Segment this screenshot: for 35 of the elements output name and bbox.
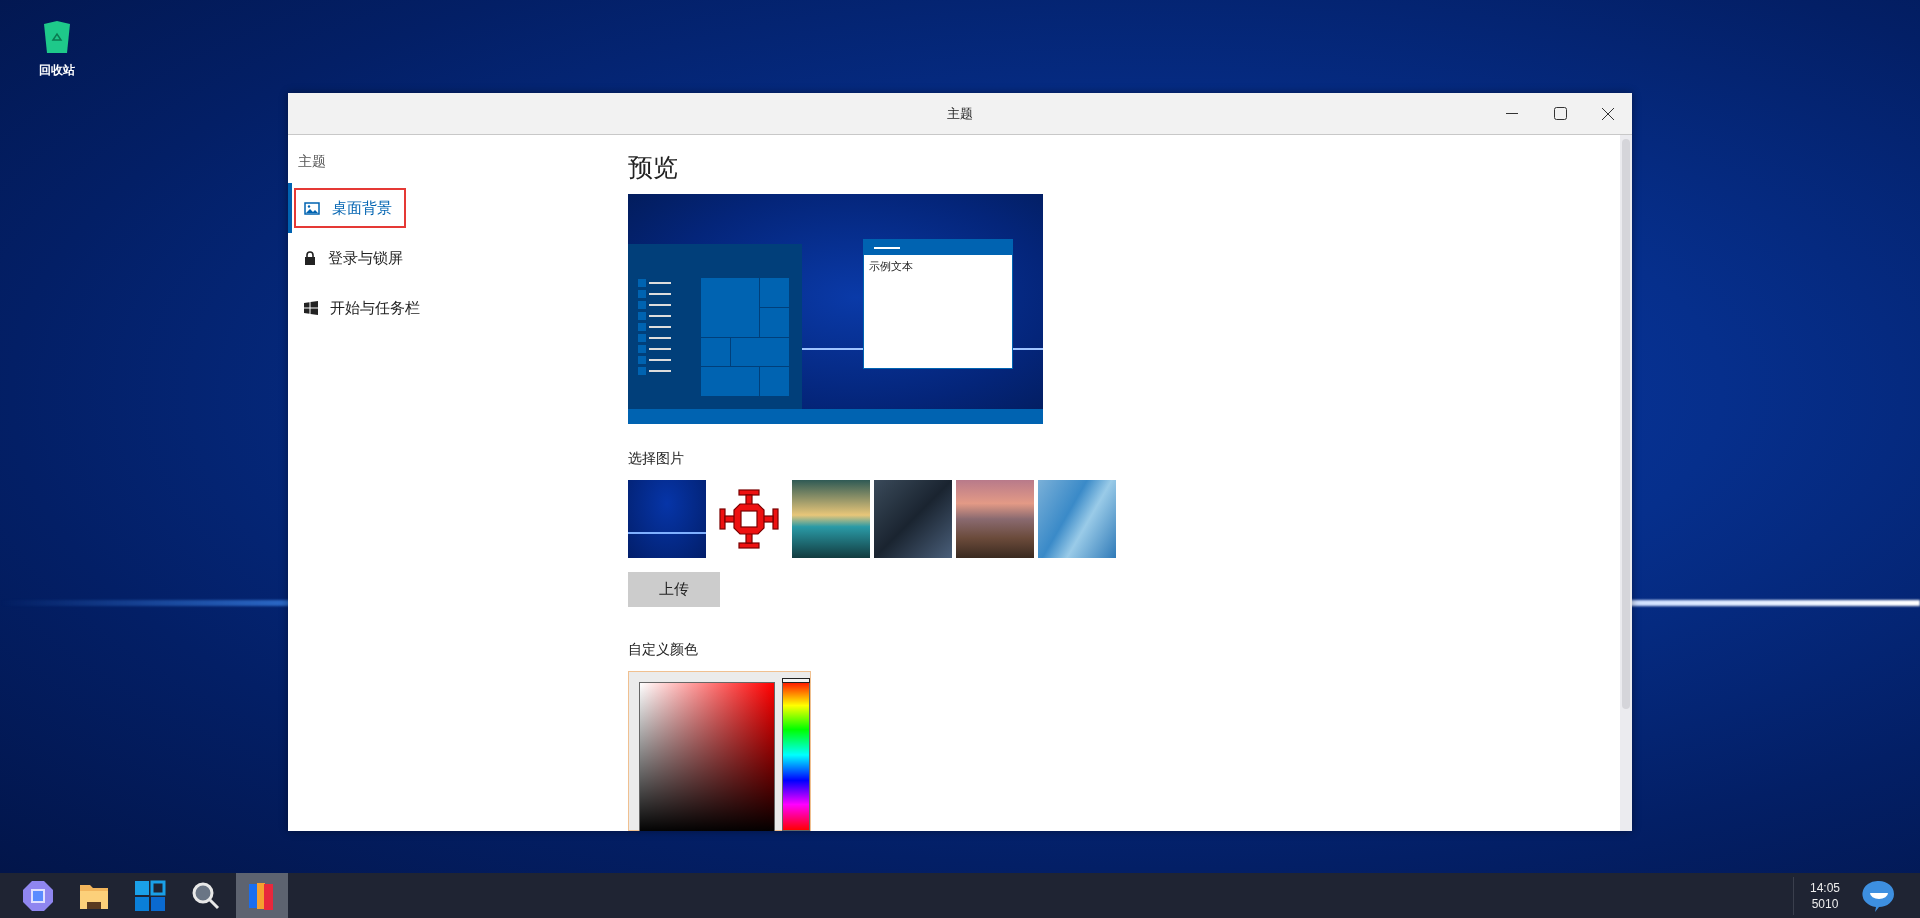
circuit-board-thumbnail[interactable] xyxy=(874,480,952,558)
hue-slider[interactable] xyxy=(781,679,810,831)
windows-start-icon xyxy=(134,879,166,912)
picture-icon xyxy=(304,201,320,215)
upload-button[interactable]: 上传 xyxy=(628,572,720,607)
close-icon xyxy=(1602,107,1614,120)
clock-time: 14:05 xyxy=(1809,879,1840,896)
landscape-thumbnail[interactable] xyxy=(792,480,870,558)
search-icon xyxy=(191,880,221,911)
sidebar-item-label: 开始与任务栏 xyxy=(330,298,420,318)
hue-slider-thumb[interactable] xyxy=(781,678,810,683)
recycle-bin-icon[interactable] xyxy=(43,20,71,54)
desktop-icon-label: 回收站 xyxy=(39,62,75,79)
preview-heading: 预览 xyxy=(628,152,679,183)
octagon-app-icon xyxy=(22,879,54,912)
maximize-icon xyxy=(1553,107,1567,120)
sidebar-item-label: 登录与锁屏 xyxy=(328,248,403,268)
chat-bubble-icon[interactable] xyxy=(1862,878,1896,913)
minimize-icon xyxy=(1506,112,1518,115)
windows-icon xyxy=(304,301,318,315)
mountain-thumbnail[interactable] xyxy=(956,480,1034,558)
building-thumbnail[interactable] xyxy=(1038,480,1116,558)
clock[interactable]: 14:05 5010 xyxy=(1792,876,1856,915)
sample-text: 示例文本 xyxy=(869,259,914,274)
sidebar-heading: 主题 xyxy=(298,153,327,171)
sidebar-item[interactable]: 登录与锁屏 xyxy=(288,233,628,283)
section-heading: 选择图片 xyxy=(628,450,685,468)
saturation-value-square[interactable] xyxy=(639,682,775,831)
section-heading: 自定义颜色 xyxy=(628,641,699,659)
sidebar-item-label: 桌面背景 xyxy=(332,198,392,218)
sidebar-item[interactable]: 开始与任务栏 xyxy=(288,283,628,333)
clock-date: 5010 xyxy=(1811,895,1839,912)
lock-icon xyxy=(304,251,316,265)
wallpaper-thumbnail[interactable] xyxy=(628,480,706,558)
window-title: 主题 xyxy=(947,104,973,123)
